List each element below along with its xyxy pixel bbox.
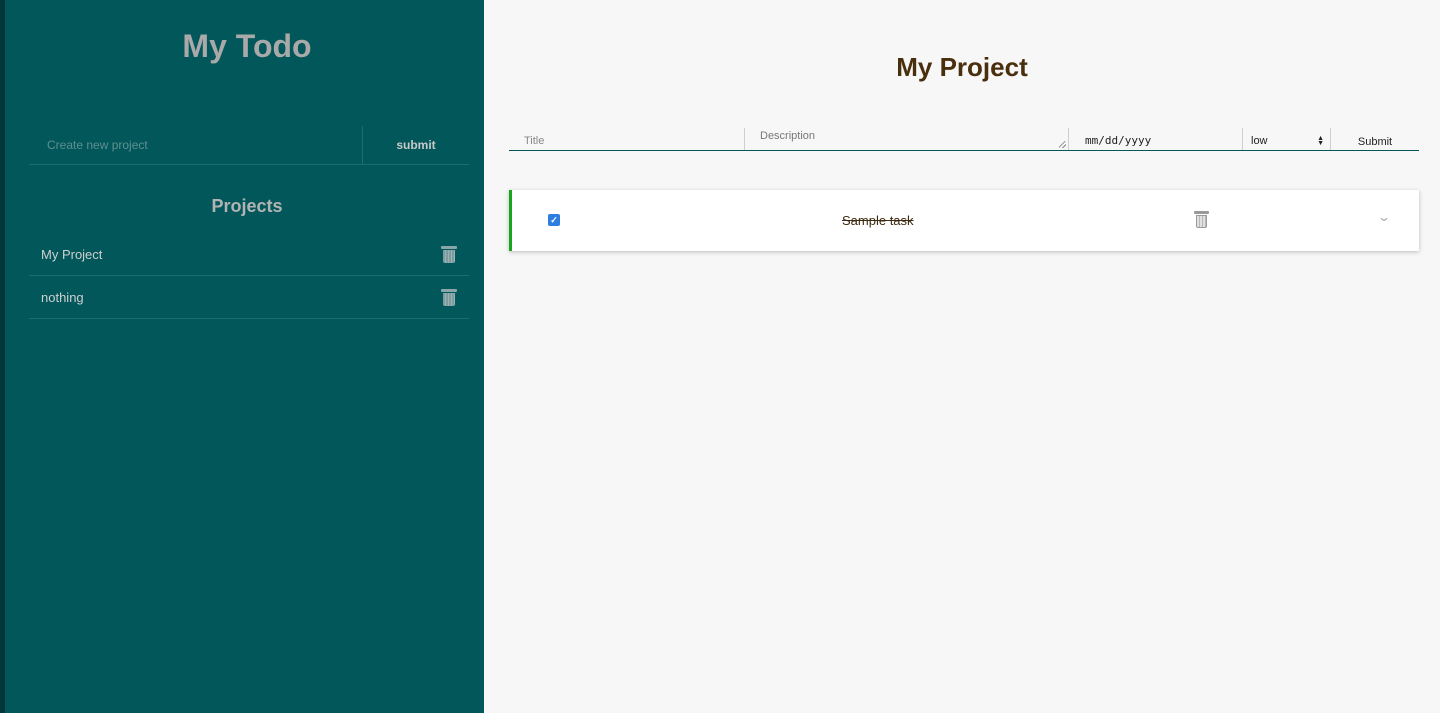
select-arrows-icon: ▲ ▼	[1317, 135, 1324, 147]
task-complete-checkbox[interactable]: ✓	[548, 214, 560, 226]
description-placeholder: Description	[760, 130, 816, 142]
task-form: Title Description mm/dd/yyyy low ▲ ▼ Subm…	[509, 128, 1419, 151]
task-date-input[interactable]: mm/dd/yyyy	[1069, 128, 1243, 150]
task-submit-button[interactable]: Submit	[1331, 128, 1419, 150]
page-title: My Project	[896, 52, 1028, 82]
priority-select[interactable]: low ▲ ▼	[1243, 128, 1331, 150]
chevron-down-icon[interactable]: ⌄	[1377, 210, 1391, 224]
app-title: My Todo	[182, 28, 312, 64]
trash-icon[interactable]	[441, 245, 457, 263]
task-card[interactable]: ✓ Sample task ⌄	[509, 190, 1419, 251]
trash-icon[interactable]	[441, 288, 457, 306]
trash-icon[interactable]	[1194, 211, 1209, 228]
new-project-submit-button[interactable]: submit	[363, 138, 469, 152]
task-title-input[interactable]: Title	[509, 128, 745, 150]
project-item-label: nothing	[41, 289, 84, 305]
task-description-textarea[interactable]: Description	[745, 128, 1069, 150]
resize-grip-icon[interactable]	[1059, 141, 1066, 148]
task-name: Sample task	[842, 213, 914, 228]
priority-value: low	[1251, 135, 1268, 147]
new-project-input[interactable]: Create new project	[29, 126, 363, 164]
project-item-label: My Project	[41, 246, 103, 262]
projects-heading: Projects	[211, 196, 283, 216]
sidebar: My Todo Create new project submit Projec…	[0, 0, 484, 713]
project-item-nothing[interactable]: nothing	[29, 276, 469, 319]
project-list: My Project nothing	[29, 233, 469, 319]
new-project-form: Create new project submit	[29, 126, 469, 165]
project-item-my-project[interactable]: My Project	[29, 233, 469, 276]
